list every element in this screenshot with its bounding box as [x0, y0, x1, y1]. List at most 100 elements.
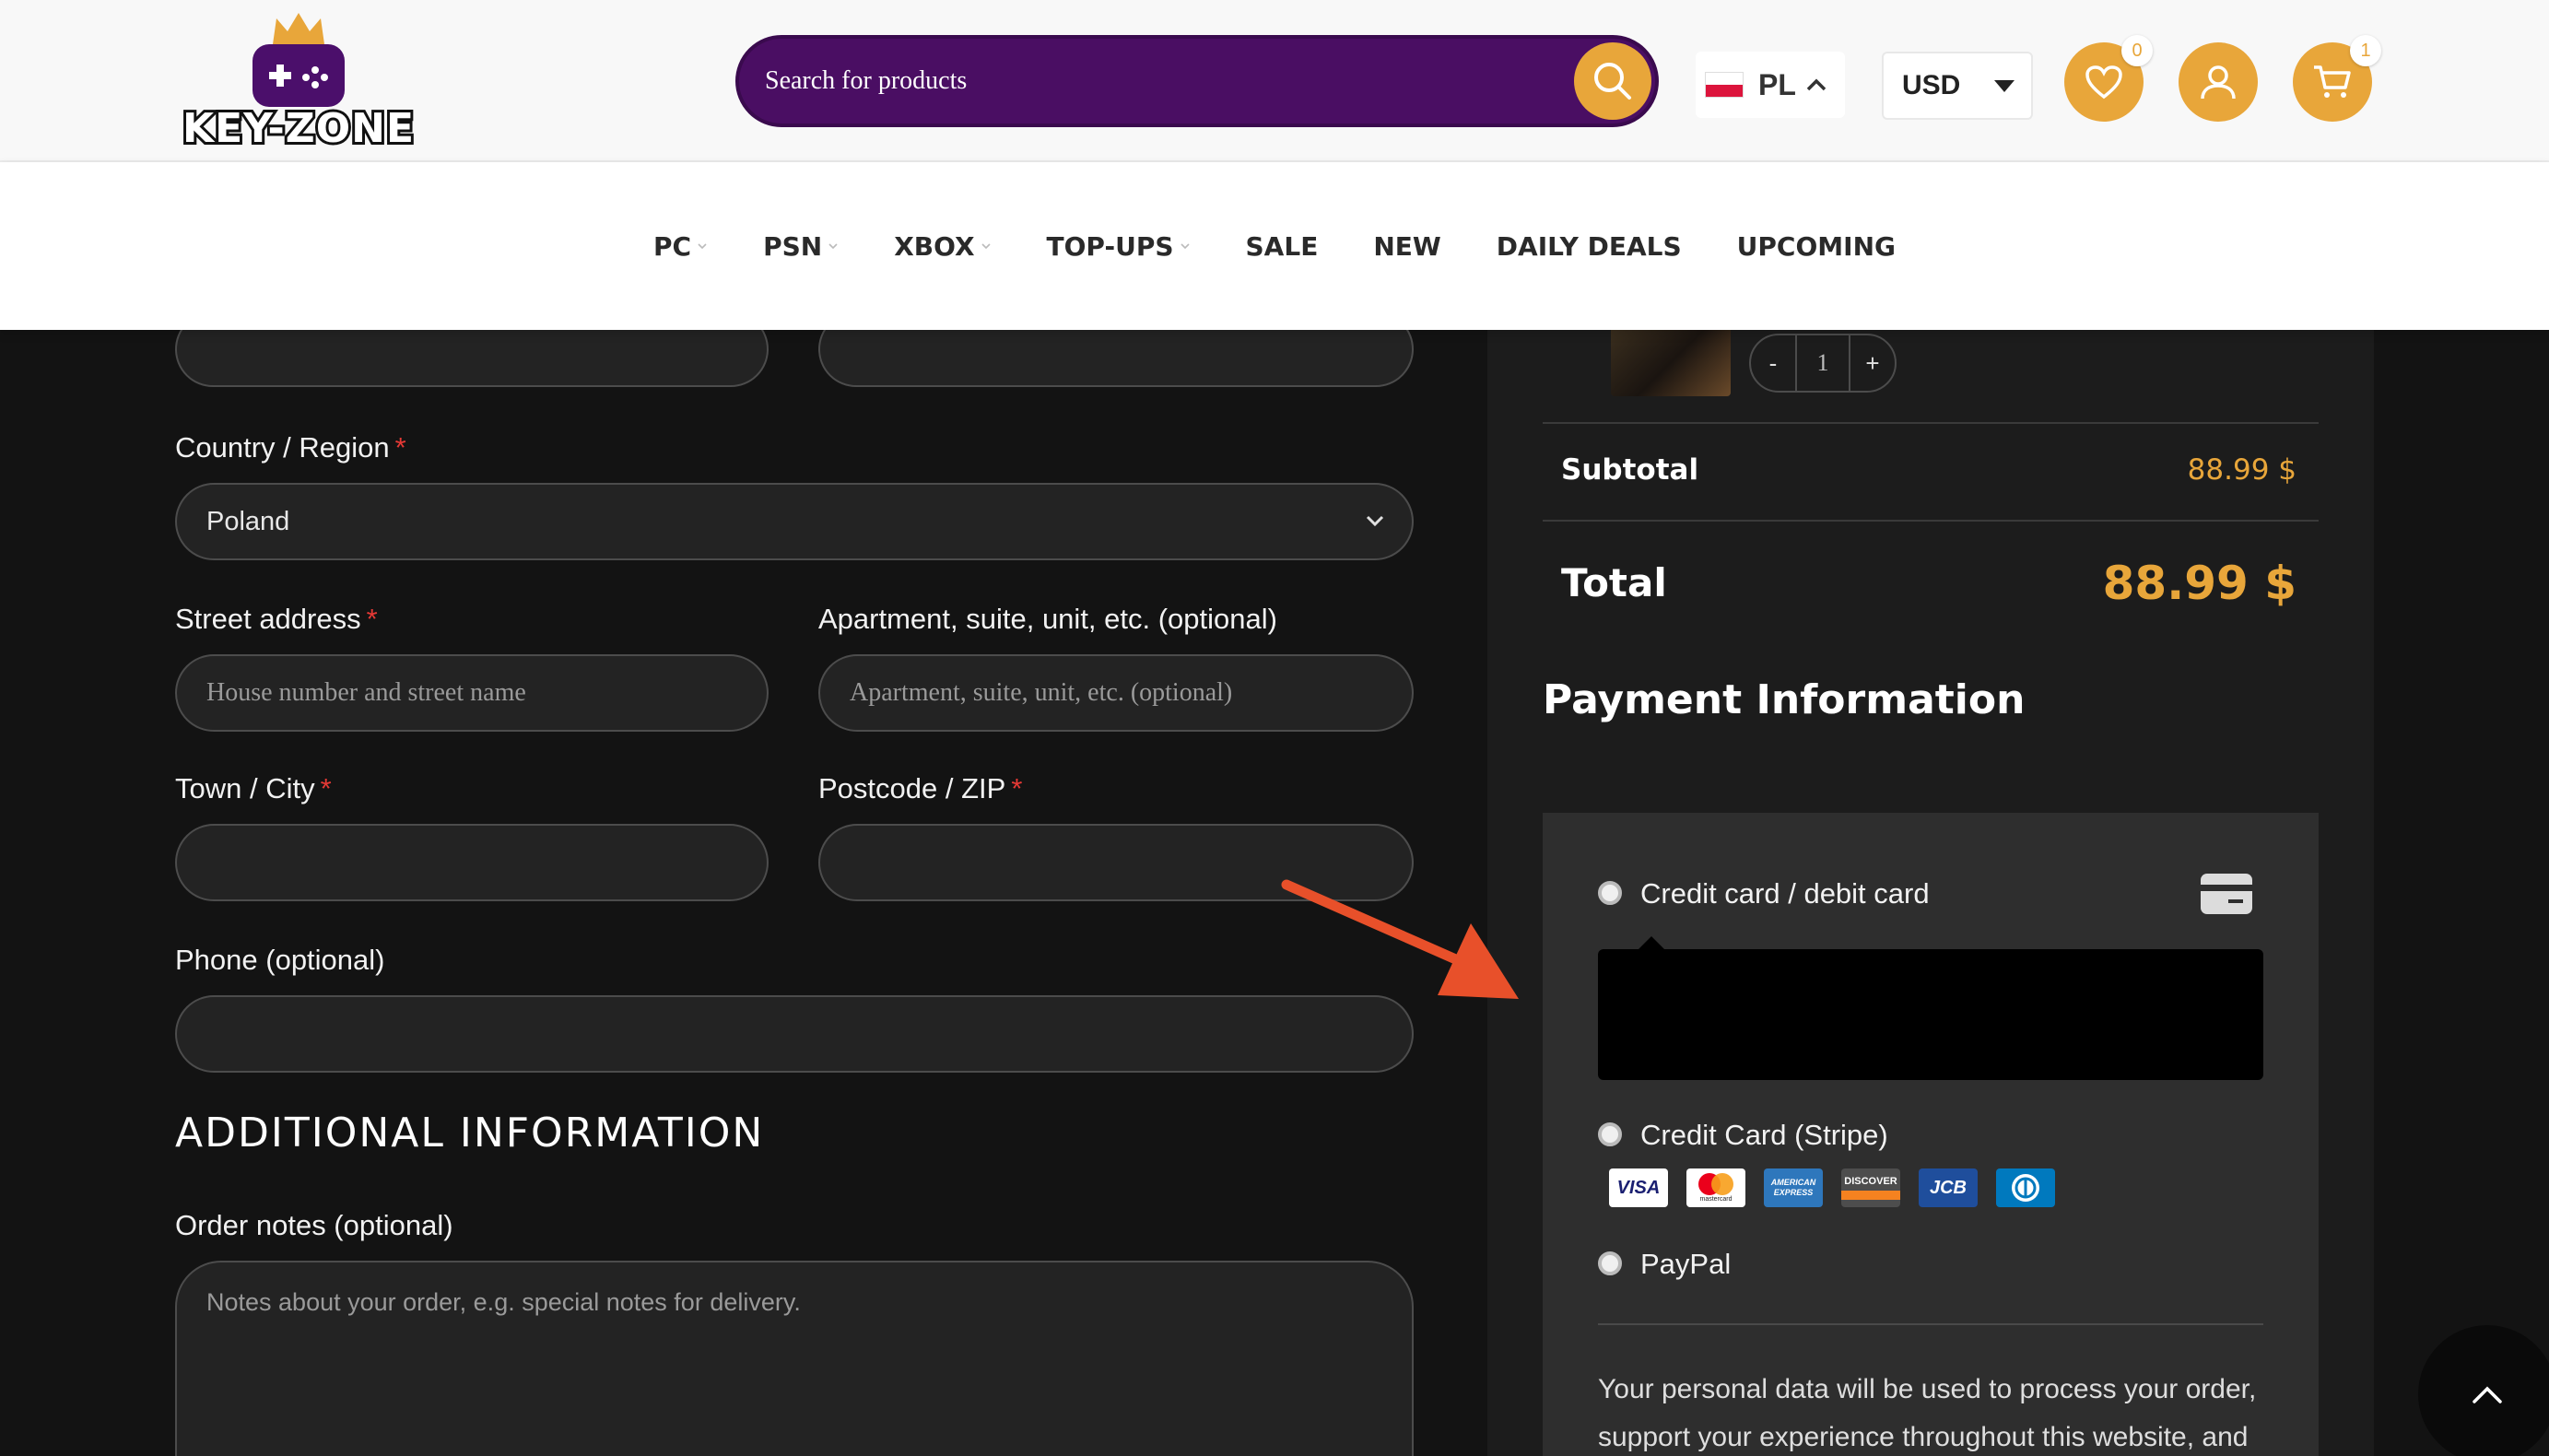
amex-logo-icon: AMERICAN EXPRESS	[1764, 1168, 1823, 1207]
nav-label: SALE	[1245, 230, 1319, 262]
poland-flag-icon	[1705, 72, 1744, 98]
search-bar	[735, 35, 1659, 127]
order-summary-panel: - 1 + Subtotal 88.99 $ Total 88.99 $ Pay…	[1487, 330, 2374, 1456]
country-label: Country / Region *	[175, 431, 406, 464]
additional-information-title: ADDITIONAL INFORMATION	[175, 1110, 765, 1157]
caret-down-icon	[1994, 79, 2015, 92]
search-input[interactable]	[765, 39, 1502, 123]
chevron-down-icon	[1180, 243, 1190, 250]
chevron-down-icon	[828, 243, 838, 250]
gamepad-icon	[253, 44, 345, 107]
crown-icon	[273, 13, 324, 44]
quantity-stepper: - 1 +	[1749, 334, 1897, 393]
subtotal-label: Subtotal	[1561, 453, 1699, 487]
phone-input[interactable]	[175, 995, 1414, 1073]
divider	[1543, 422, 2319, 424]
country-value: Poland	[206, 507, 290, 536]
nav-label: UPCOMING	[1736, 230, 1896, 262]
currency-selector[interactable]: USD	[1882, 52, 2033, 120]
radio-credit-card-stripe[interactable]	[1598, 1122, 1622, 1146]
discover-logo-icon: DISCOVER	[1841, 1168, 1900, 1207]
nav-item-xbox[interactable]: XBOX	[894, 231, 991, 262]
total-value: 88.99 $	[2102, 557, 2296, 610]
country-select[interactable]: Poland	[175, 483, 1414, 560]
card-brand-logos: VISA mastercard AMERICAN EXPRESS DISCOVE…	[1609, 1168, 2073, 1207]
street-placeholder: House number and street name	[206, 678, 526, 707]
quantity-increase-button[interactable]: +	[1850, 349, 1895, 378]
nav-label: PSN	[763, 230, 823, 262]
divider	[1543, 520, 2319, 522]
logo[interactable]: KEY-ZONE	[175, 11, 422, 155]
search-button[interactable]	[1574, 42, 1651, 120]
subtotal-value: 88.99 $	[2187, 453, 2296, 487]
total-label: Total	[1561, 560, 1667, 605]
credit-card-icon	[2201, 874, 2252, 914]
apartment-label: Apartment, suite, unit, etc. (optional)	[818, 603, 1277, 635]
payment-method-label[interactable]: PayPal	[1640, 1248, 1731, 1281]
order-notes-textarea[interactable]: Notes about your order, e.g. special not…	[175, 1261, 1414, 1456]
language-selector[interactable]: PL	[1696, 52, 1845, 118]
nav-item-new[interactable]: NEW	[1373, 231, 1440, 262]
chevron-up-icon	[1806, 78, 1827, 91]
nav-label: PC	[653, 230, 692, 262]
mastercard-logo-icon: mastercard	[1686, 1168, 1745, 1207]
main-nav: PC PSN XBOX TOP-UPS SALE NEW DAILY DEALS…	[0, 162, 2549, 330]
phone-label: Phone (optional)	[175, 944, 385, 976]
annotation-arrow-icon	[1281, 879, 1519, 999]
quantity-input[interactable]: 1	[1795, 335, 1850, 391]
site-header: KEY-ZONE PL USD 0	[0, 0, 2549, 330]
chevron-down-icon	[1366, 515, 1384, 527]
wishlist-button[interactable]: 0	[2064, 35, 2153, 122]
language-code: PL	[1758, 67, 1796, 101]
scroll-to-top-button[interactable]	[2418, 1325, 2549, 1456]
nav-item-sale[interactable]: SALE	[1246, 231, 1319, 262]
cart-icon	[2314, 65, 2351, 98]
payment-method-label[interactable]: Credit card / debit card	[1640, 877, 1930, 910]
account-button[interactable]	[2179, 42, 2258, 122]
nav-label: DAILY DEALS	[1496, 230, 1682, 262]
top-bar: KEY-ZONE PL USD 0	[0, 0, 2549, 162]
radio-paypal[interactable]	[1598, 1251, 1622, 1275]
diners-club-logo-icon	[1996, 1168, 2055, 1207]
quantity-decrease-button[interactable]: -	[1751, 349, 1795, 378]
nav-item-upcoming[interactable]: UPCOMING	[1737, 231, 1896, 262]
nav-item-psn[interactable]: PSN	[763, 231, 839, 262]
city-input[interactable]	[175, 824, 769, 901]
search-icon	[1594, 63, 1631, 100]
order-notes-placeholder: Notes about your order, e.g. special not…	[206, 1288, 801, 1316]
cart-count: 1	[2350, 35, 2381, 66]
nav-label: XBOX	[894, 230, 975, 262]
card-details-field[interactable]	[1598, 936, 2263, 1080]
logo-text: KEY-ZONE	[180, 102, 417, 155]
apartment-placeholder: Apartment, suite, unit, etc. (optional)	[850, 678, 1233, 707]
divider	[1598, 1323, 2263, 1325]
postcode-label: Postcode / ZIP *	[818, 772, 1023, 804]
radio-credit-debit-card[interactable]	[1598, 881, 1622, 905]
nav-item-pc[interactable]: PC	[653, 231, 708, 262]
order-notes-label: Order notes (optional)	[175, 1209, 453, 1241]
chevron-down-icon	[698, 243, 707, 250]
apartment-input[interactable]: Apartment, suite, unit, etc. (optional)	[818, 654, 1414, 732]
payment-method-label[interactable]: Credit Card (Stripe)	[1640, 1119, 1888, 1152]
street-label: Street address *	[175, 603, 378, 635]
nav-label: TOP-UPS	[1046, 230, 1174, 262]
visa-logo-icon: VISA	[1609, 1168, 1668, 1207]
billing-form: Country / Region * Poland Street address *…	[175, 311, 1414, 1456]
street-input[interactable]: House number and street name	[175, 654, 769, 732]
main-nav-bar: PC PSN XBOX TOP-UPS SALE NEW DAILY DEALS…	[0, 162, 2549, 330]
heart-icon	[2085, 65, 2122, 100]
product-thumbnail[interactable]	[1611, 330, 1731, 396]
privacy-policy-text: Your personal data will be used to proce…	[1598, 1374, 2257, 1452]
user-icon	[2201, 65, 2236, 100]
currency-code: USD	[1902, 70, 1961, 100]
arrow-up-icon	[2473, 1386, 2502, 1403]
nav-item-top-ups[interactable]: TOP-UPS	[1047, 231, 1191, 262]
wishlist-count: 0	[2121, 35, 2153, 66]
nav-item-daily-deals[interactable]: DAILY DEALS	[1497, 231, 1682, 262]
payment-methods: Credit card / debit card Credit Card (St…	[1543, 813, 2319, 1456]
city-label: Town / City *	[175, 772, 332, 804]
chevron-down-icon	[981, 243, 991, 250]
cart-button[interactable]: 1	[2293, 35, 2381, 122]
payment-information-title: Payment Information	[1543, 676, 2026, 723]
nav-label: NEW	[1373, 230, 1441, 262]
